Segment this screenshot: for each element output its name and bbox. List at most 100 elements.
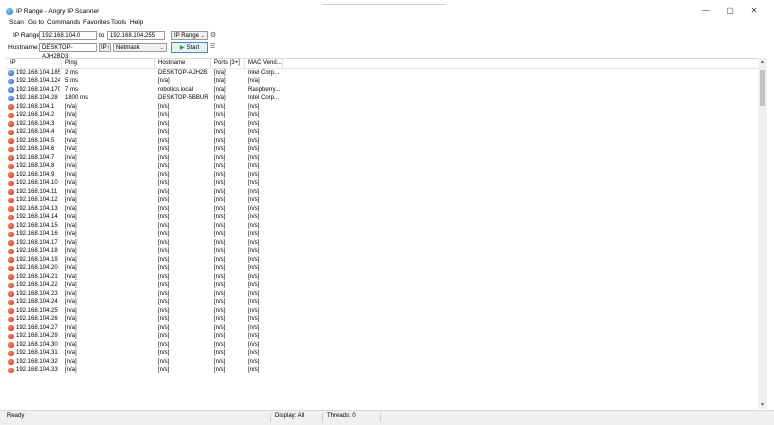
table-row[interactable]: 192.168.104.8 [n/a] [n/s] [n/s] [n/s] — [6, 162, 758, 171]
column-header-ping[interactable]: Ping — [65, 60, 77, 66]
table-row[interactable]: 192.168.104.27 [n/a] [n/s] [n/s] [n/s] — [6, 324, 758, 333]
table-cell-ping: [n/a] — [65, 231, 77, 237]
table-cell-mac: [n/s] — [248, 222, 260, 229]
table-cell-hostname: [n/s] — [158, 163, 170, 169]
host-dead-icon — [8, 180, 14, 186]
table-row[interactable]: 192.168.104.23 [n/a] [n/s] [n/s] [n/s] — [6, 290, 758, 299]
menu-commands[interactable]: Commands — [47, 19, 80, 26]
table-row[interactable]: 192.168.104.33 [n/a] [n/s] [n/s] [n/s] — [6, 366, 758, 375]
column-header-hostname[interactable]: Hostname — [158, 60, 185, 66]
table-cell-ip: 192.168.104.21 — [16, 273, 58, 280]
scrollbar-thumb[interactable] — [760, 70, 765, 106]
list-icon[interactable]: ☰ — [210, 43, 215, 50]
host-dead-icon — [8, 172, 14, 178]
column-divider[interactable] — [61, 59, 62, 68]
display-filter-status[interactable]: Display: All — [275, 413, 304, 419]
table-row[interactable]: 192.168.104.32 [n/a] [n/s] [n/s] [n/s] — [6, 358, 758, 367]
column-header-ports[interactable]: Ports [3+] — [214, 60, 240, 66]
table-row[interactable]: 192.168.104.19 [n/a] [n/s] [n/s] [n/s] — [6, 256, 758, 265]
table-cell-mac: [n/s] — [248, 205, 260, 212]
minimize-button[interactable]: — — [698, 6, 714, 16]
scroll-down-icon[interactable]: ▼ — [758, 401, 767, 409]
status-text: Ready — [7, 413, 25, 419]
menu-help[interactable]: Help — [130, 19, 143, 26]
table-row[interactable]: 192.168.104.4 [n/a] [n/s] [n/s] [n/s] — [6, 128, 758, 137]
maximize-button[interactable]: ▢ — [722, 6, 738, 16]
table-cell-ip: 192.168.104.5 — [16, 137, 55, 144]
menu-goto[interactable]: Go to — [28, 19, 44, 26]
status-divider — [322, 413, 323, 422]
table-row[interactable]: 192.168.104.11 [n/a] [n/s] [n/s] [n/s] — [6, 188, 758, 197]
table-row[interactable]: 192.168.104.15 [n/a] [n/s] [n/s] [n/s] — [6, 222, 758, 231]
table-row[interactable]: 192.168.104.185 2 ms DESKTOP-AJH2B... [n/a]… — [6, 69, 758, 78]
table-row[interactable]: 192.168.104.16 [n/a] [n/s] [n/s] [n/s] — [6, 230, 758, 239]
table-row[interactable]: 192.168.104.5 [n/a] [n/s] [n/s] [n/s] — [6, 137, 758, 146]
table-cell-ip: 192.168.104.14 — [16, 214, 58, 220]
table-row[interactable]: 192.168.104.28 1800 ms DESKTOP-5BBUR... [n/… — [6, 94, 758, 103]
netmask-select-value: Netmask — [116, 45, 140, 51]
table-cell-ports: [n/s] — [214, 256, 226, 263]
table-row[interactable]: 192.168.104.21 [n/a] [n/s] [n/s] [n/s] — [6, 273, 758, 282]
table-row[interactable]: 192.168.104.14 [n/a] [n/s] [n/s] [n/s] — [6, 213, 758, 222]
table-cell-mac: [n/s] — [248, 197, 260, 203]
table-cell-ports: [n/s] — [214, 231, 226, 237]
table-row[interactable]: 192.168.104.7 [n/a] [n/s] [n/s] [n/s] — [6, 154, 758, 163]
table-row[interactable]: 192.168.104.18 [n/a] [n/s] [n/s] [n/s] — [6, 247, 758, 256]
table-cell-hostname: [n/s] — [158, 197, 170, 203]
table-cell-hostname: [n/s] — [158, 171, 170, 178]
host-dead-icon — [8, 359, 14, 365]
table-row[interactable]: 192.168.104.24 [n/a] [n/s] [n/s] [n/s] — [6, 298, 758, 307]
table-row[interactable]: 192.168.104.6 [n/a] [n/s] [n/s] [n/s] — [6, 145, 758, 154]
column-divider[interactable] — [244, 59, 245, 68]
column-header-mac-vendor[interactable]: MAC Vend... — [248, 60, 282, 66]
menu-favorites[interactable]: Favorites — [83, 19, 110, 26]
column-divider[interactable] — [210, 59, 211, 68]
table-row[interactable]: 192.168.104.2 [n/a] [n/s] [n/s] [n/s] — [6, 111, 758, 120]
ip-from-input[interactable]: 192.168.104.0 — [39, 31, 97, 40]
hostname-input[interactable]: DESKTOP-AJH2BD3 — [39, 43, 97, 60]
table-cell-hostname: [n/s] — [158, 299, 170, 305]
column-divider[interactable] — [154, 59, 155, 68]
table-cell-ping: [n/a] — [65, 239, 77, 246]
table-row[interactable]: 192.168.104.26 [n/a] [n/s] [n/s] [n/s] — [6, 315, 758, 324]
table-row[interactable]: 192.168.104.25 [n/a] [n/s] [n/s] [n/s] — [6, 307, 758, 316]
table-cell-ping: [n/a] — [65, 171, 77, 178]
close-button[interactable]: ✕ — [746, 6, 762, 16]
ip-range-label: IP Range: — [13, 32, 42, 39]
table-row[interactable]: 192.168.104.20 [n/a] [n/s] [n/s] [n/s] — [6, 264, 758, 273]
table-row[interactable]: 192.168.104.124 5 ms [n/a] [n/a] [n/a] — [6, 77, 758, 86]
ip-to-input[interactable]: 192.168.104.255 — [107, 31, 165, 40]
table-cell-hostname: [n/a] — [158, 78, 170, 84]
table-row[interactable]: 192.168.104.29 [n/a] [n/s] [n/s] [n/s] — [6, 332, 758, 341]
column-divider[interactable] — [282, 59, 283, 68]
host-dead-icon — [8, 129, 14, 135]
table-row[interactable]: 192.168.104.22 [n/a] [n/s] [n/s] [n/s] — [6, 281, 758, 290]
table-row[interactable]: 192.168.104.10 [n/a] [n/s] [n/s] [n/s] — [6, 179, 758, 188]
gear-icon[interactable]: ⚙ — [210, 31, 216, 39]
table-row[interactable]: 192.168.104.3 [n/a] [n/s] [n/s] [n/s] — [6, 120, 758, 129]
netmask-select[interactable]: Netmask ⌄ — [113, 43, 167, 52]
scroll-up-icon[interactable]: ▲ — [758, 58, 767, 66]
table-row[interactable]: 192.168.104.1 [n/a] [n/s] [n/s] [n/s] — [6, 103, 758, 112]
table-row[interactable]: 192.168.104.9 [n/a] [n/s] [n/s] [n/s] — [6, 171, 758, 180]
table-cell-ping: [n/a] — [65, 205, 77, 212]
table-cell-ping: [n/a] — [65, 129, 77, 135]
menu-tools[interactable]: Tools — [111, 19, 126, 26]
table-row[interactable]: 192.168.104.13 [n/a] [n/s] [n/s] [n/s] — [6, 205, 758, 214]
feeder-select[interactable]: IP Range ⌄ — [171, 31, 208, 40]
menu-scan[interactable]: Scan — [9, 19, 24, 26]
column-header-ip[interactable]: IP — [10, 60, 16, 66]
start-button[interactable]: ▶ Start — [171, 42, 208, 53]
table-row[interactable]: 192.168.104.30 [n/a] [n/s] [n/s] [n/s] — [6, 341, 758, 350]
table-cell-mac: [n/s] — [248, 290, 260, 297]
ip-up-button[interactable]: IP↑ — [99, 43, 111, 52]
host-dead-icon — [8, 308, 14, 314]
table-cell-ports: [n/s] — [214, 214, 226, 220]
table-row[interactable]: 192.168.104.31 [n/a] [n/s] [n/s] [n/s] — [6, 349, 758, 358]
table-row[interactable]: 192.168.104.17 [n/a] [n/s] [n/s] [n/s] — [6, 239, 758, 248]
vertical-scrollbar[interactable]: ▲ ▼ — [758, 58, 767, 409]
table-cell-ports: [n/s] — [214, 197, 226, 203]
host-dead-icon — [8, 342, 14, 348]
table-row[interactable]: 192.168.104.170 7 ms robotics.local [n/a] Ra… — [6, 86, 758, 95]
table-row[interactable]: 192.168.104.12 [n/a] [n/s] [n/s] [n/s] — [6, 196, 758, 205]
